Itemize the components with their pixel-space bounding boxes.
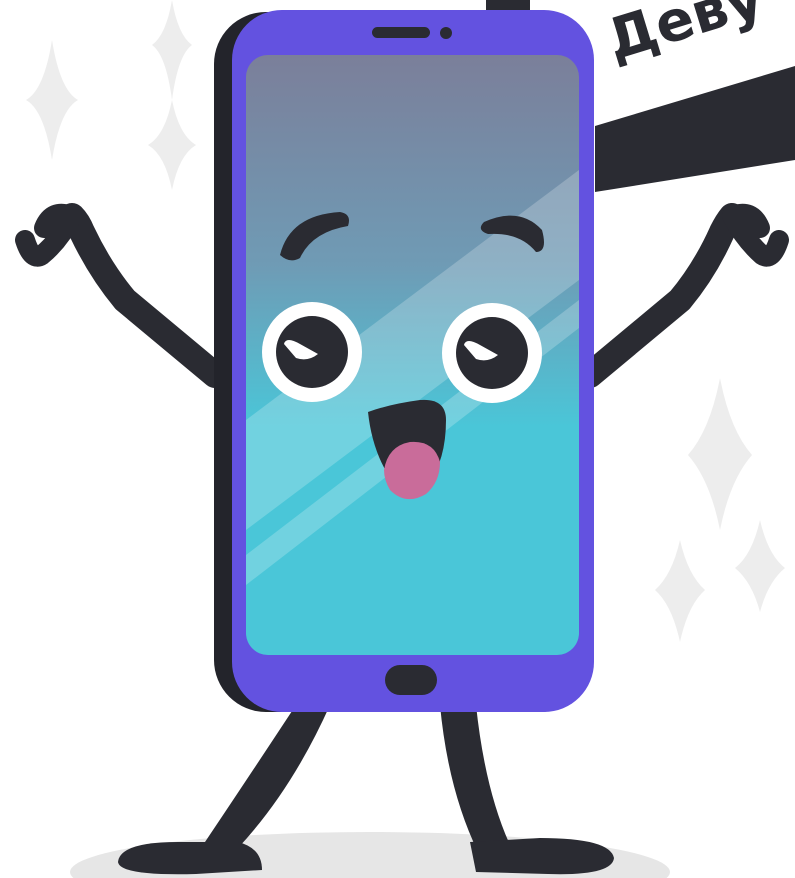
speaker-icon	[372, 27, 430, 38]
home-button	[385, 665, 437, 695]
left-hand	[15, 203, 82, 267]
right-hand	[722, 203, 789, 267]
sparkle-icon	[148, 100, 196, 190]
sparkle-icon	[688, 378, 752, 530]
camera-icon	[440, 27, 452, 39]
sparkle-icon	[152, 0, 192, 100]
sparkle-icon	[655, 540, 705, 642]
left-leg	[205, 705, 330, 848]
left-arm	[59, 203, 228, 388]
sparkle-icon	[735, 520, 785, 612]
right-foot	[470, 838, 614, 875]
illustration-scene: Деву	[15, 0, 795, 878]
sparkle-icon	[26, 40, 78, 160]
right-arm	[577, 203, 745, 388]
right-leg	[440, 705, 510, 852]
left-foot	[118, 842, 262, 875]
